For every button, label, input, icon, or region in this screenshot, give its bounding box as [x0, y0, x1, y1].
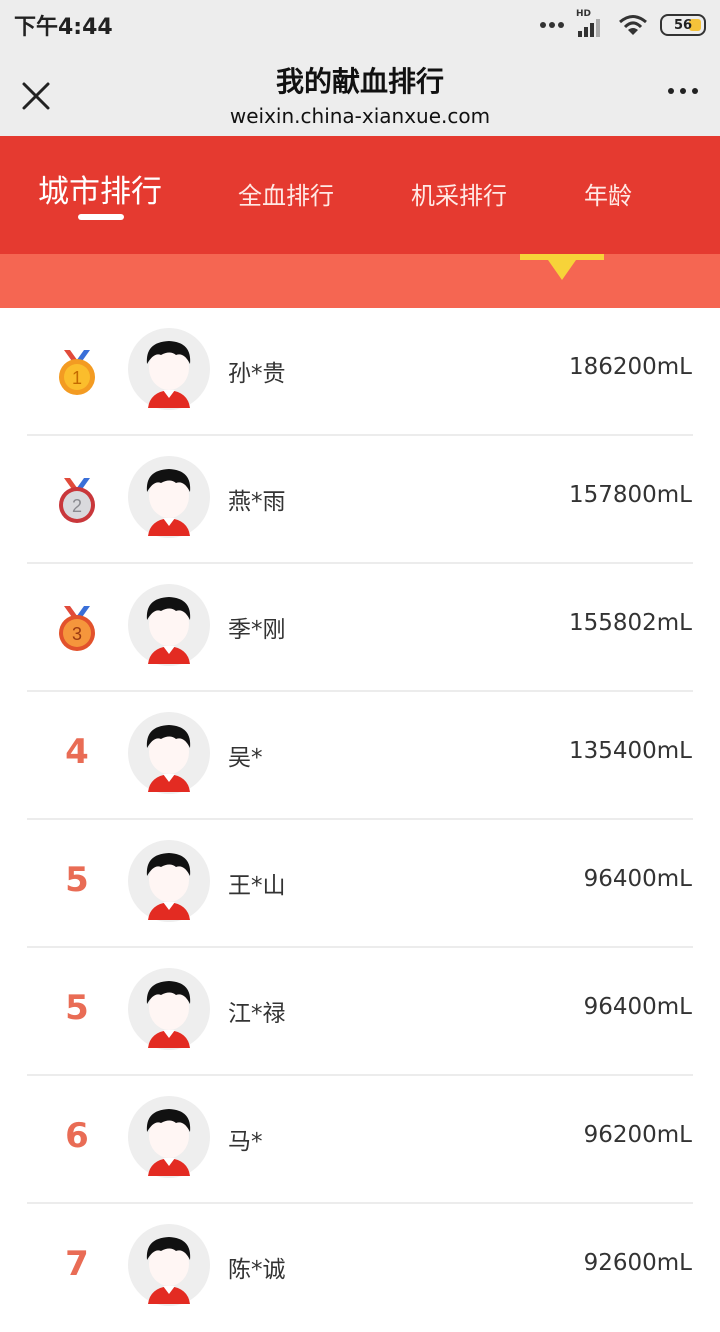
rank-number: 5 — [65, 988, 89, 1028]
cell-signal-icon: HD — [576, 9, 606, 37]
rank-number: 6 — [65, 1116, 89, 1156]
donation-amount: 186200mL — [568, 354, 692, 380]
ranking-row[interactable]: 4 吴* 135400mL — [0, 692, 720, 820]
sub-header-band — [0, 254, 720, 308]
title-bar: 我的献血排行 weixin.china-xianxue.com — [0, 50, 720, 136]
hd-label: HD — [576, 9, 592, 19]
rank-number: 5 — [65, 860, 89, 900]
donation-amount: 157800mL — [568, 482, 692, 508]
page-title: 我的献血排行 — [275, 65, 444, 98]
ranking-list: 1 孙*贵 186200mL 2 燕*雨 157800mL 3 季*刚 1558… — [0, 308, 720, 1332]
avatar — [128, 1096, 210, 1178]
page-url: weixin.china-xianxue.com — [229, 104, 491, 128]
tab-apheresis-ranking[interactable]: 机采排行 — [411, 176, 507, 211]
avatar — [128, 1224, 210, 1306]
wifi-icon — [619, 15, 647, 35]
donor-name: 季*刚 — [228, 617, 286, 643]
silver-medal-icon: 2 — [59, 478, 95, 523]
tab-age[interactable]: 年龄 — [584, 176, 632, 211]
ranking-row[interactable]: 2 燕*雨 157800mL — [0, 436, 720, 564]
avatar — [128, 456, 210, 538]
more-options-icon[interactable] — [668, 88, 698, 94]
donor-name: 吴* — [228, 745, 263, 771]
svg-text:2: 2 — [72, 496, 82, 516]
ranking-row[interactable]: 3 季*刚 155802mL — [0, 564, 720, 692]
battery-icon: 56 — [660, 14, 706, 36]
donor-name: 王*山 — [228, 873, 286, 899]
bronze-medal-icon: 3 — [59, 606, 95, 651]
ranking-tabs: 城市排行 全血排行 机采排行 年龄 — [0, 136, 720, 254]
ranking-row[interactable]: 5 王*山 96400mL — [0, 820, 720, 948]
donation-amount: 135400mL — [568, 738, 692, 764]
avatar — [128, 968, 210, 1050]
ranking-row[interactable]: 6 马* 96200mL — [0, 1076, 720, 1204]
avatar — [128, 840, 210, 922]
active-tab-indicator — [78, 214, 124, 220]
tab-city-ranking[interactable]: 城市排行 — [38, 166, 162, 211]
status-time: 下午4:44 — [14, 15, 113, 40]
avatar — [128, 712, 210, 794]
donation-amount: 155802mL — [568, 610, 692, 636]
donor-name: 江*禄 — [228, 1001, 286, 1027]
tab-whole-blood-ranking[interactable]: 全血排行 — [238, 176, 334, 211]
donation-amount: 96400mL — [583, 994, 692, 1020]
donor-name: 燕*雨 — [228, 489, 286, 515]
ranking-row[interactable]: 1 孙*贵 186200mL — [0, 308, 720, 436]
status-bar: 下午4:44 HD 56 — [0, 0, 720, 50]
notification-dots-icon — [540, 22, 564, 28]
ranking-row[interactable]: 7 陈*诚 92600mL — [0, 1204, 720, 1332]
svg-text:3: 3 — [72, 624, 82, 644]
svg-text:1: 1 — [72, 368, 82, 388]
donation-amount: 92600mL — [583, 1250, 692, 1276]
gold-medal-icon: 1 — [59, 350, 95, 395]
status-icons: HD 56 — [540, 9, 706, 37]
donor-name: 陈*诚 — [228, 1257, 286, 1283]
rank-number: 7 — [65, 1244, 89, 1284]
avatar — [128, 328, 210, 410]
rank-number: 4 — [65, 732, 89, 772]
donation-amount: 96400mL — [583, 866, 692, 892]
avatar — [128, 584, 210, 666]
ranking-row[interactable]: 5 江*禄 96400mL — [0, 948, 720, 1076]
selection-marker-icon — [520, 254, 604, 280]
battery-level: 56 — [673, 17, 693, 33]
donor-name: 孙*贵 — [228, 361, 286, 387]
donor-name: 马* — [228, 1129, 263, 1155]
donation-amount: 96200mL — [583, 1122, 692, 1148]
